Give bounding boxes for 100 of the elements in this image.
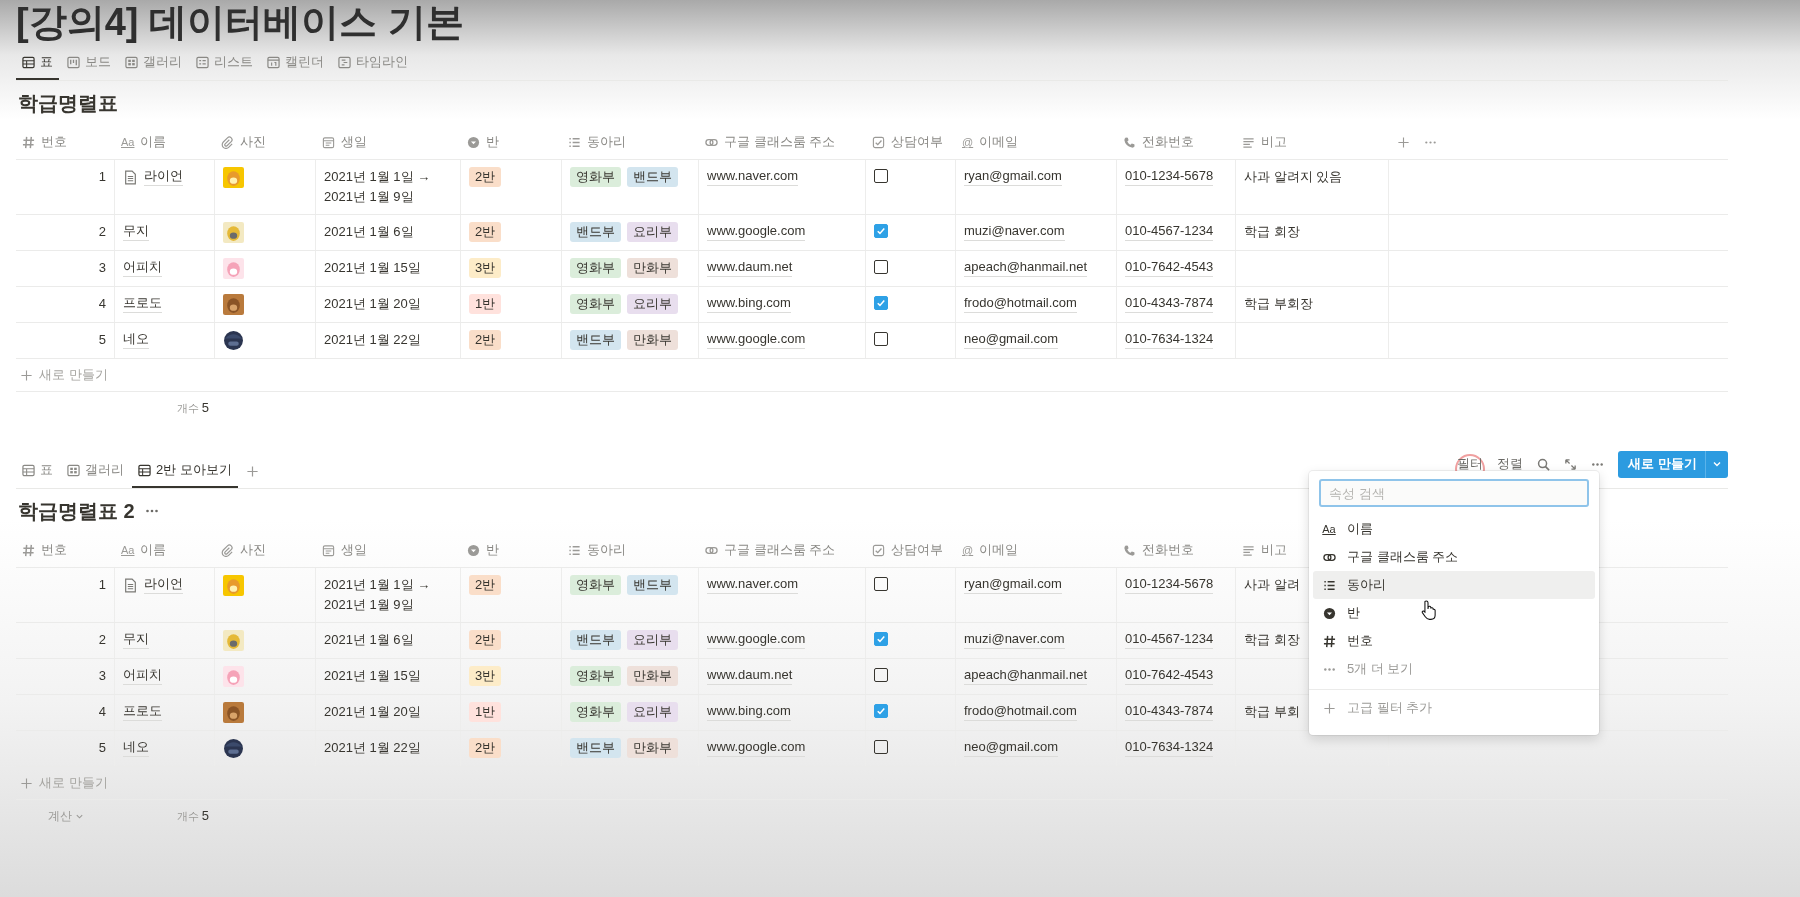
view-tab[interactable]: 갤러리 <box>61 454 130 488</box>
column-header[interactable]: @ 이메일 <box>962 541 1019 559</box>
club-tag: 밴드부 <box>570 738 621 758</box>
phone-link[interactable]: 010-7634-1324 <box>1125 738 1214 757</box>
menu-item[interactable]: 반 <box>1313 599 1595 627</box>
column-header[interactable]: 번호 <box>22 541 67 559</box>
name-link[interactable]: 라이언 <box>144 167 183 186</box>
url-link[interactable]: www.bing.com <box>707 294 791 313</box>
email-link[interactable]: apeach@hanmail.net <box>964 666 1088 685</box>
column-header[interactable]: 전화번호 <box>1123 541 1194 559</box>
url-link[interactable]: www.daum.net <box>707 258 793 277</box>
name-link[interactable]: 네오 <box>123 330 149 349</box>
view-tab[interactable]: 표 <box>16 454 59 488</box>
row-number: 4 <box>98 703 106 721</box>
database-title: 학급명렬표 <box>17 90 118 116</box>
name-link[interactable]: 프로도 <box>123 702 162 721</box>
name-link[interactable]: 어피치 <box>123 258 162 277</box>
date-text: 2021년 1월 1일 → 2021년 1월 9일 <box>324 168 431 206</box>
class-tag: 2반 <box>469 167 502 187</box>
column-header[interactable]: 상담여부 <box>872 541 943 559</box>
column-header[interactable]: Aa 이름 <box>121 541 167 559</box>
column-header[interactable]: 반 <box>467 133 499 151</box>
row-number: 3 <box>98 667 106 685</box>
phone-link[interactable]: 010-7642-4543 <box>1125 258 1214 277</box>
column-header[interactable]: 구글 클래스룸 주소 <box>705 541 836 559</box>
date-text: 2021년 1월 22일 <box>324 331 421 349</box>
menu-item[interactable]: 구글 클래스룸 주소 <box>1313 543 1595 571</box>
column-header[interactable]: 비고 <box>1242 133 1287 151</box>
row-number: 5 <box>98 739 106 757</box>
column-header[interactable]: @ 이메일 <box>962 133 1019 151</box>
name-link[interactable]: 무지 <box>123 630 149 649</box>
note-text: 학급 부회 <box>1244 703 1300 721</box>
column-header[interactable]: 사진 <box>221 541 266 559</box>
class-tag: 2반 <box>469 575 502 595</box>
club-tag: 만화부 <box>627 258 678 278</box>
url-link[interactable]: www.daum.net <box>707 666 793 685</box>
phone-link[interactable]: 010-1234-5678 <box>1125 167 1214 186</box>
url-link[interactable]: www.naver.com <box>707 167 799 186</box>
column-header[interactable]: 번호 <box>22 133 67 151</box>
column-header[interactable]: 생일 <box>322 541 367 559</box>
note-text: 사과 알려 <box>1244 576 1300 594</box>
email-link[interactable]: apeach@hanmail.net <box>964 258 1088 277</box>
column-header[interactable]: 구글 클래스룸 주소 <box>705 133 836 151</box>
email-link[interactable]: muzi@naver.com <box>964 222 1065 241</box>
name-link[interactable]: 프로도 <box>123 294 162 313</box>
name-link[interactable]: 어피치 <box>123 666 162 685</box>
email-link[interactable]: neo@gmail.com <box>964 330 1059 349</box>
club-tag: 요리부 <box>627 222 678 242</box>
phone-link[interactable]: 010-4343-7874 <box>1125 294 1214 313</box>
class-tag: 3반 <box>469 258 502 278</box>
date-text: 2021년 1월 6일 <box>324 631 414 649</box>
view-tab[interactable]: 2반 모아보기 <box>132 454 238 488</box>
phone-link[interactable]: 010-4567-1234 <box>1125 222 1214 241</box>
phone-link[interactable]: 010-1234-5678 <box>1125 575 1214 594</box>
email-link[interactable]: neo@gmail.com <box>964 738 1059 757</box>
class-tag: 3반 <box>469 666 502 686</box>
email-link[interactable]: muzi@naver.com <box>964 630 1065 649</box>
column-header[interactable]: Aa 이름 <box>121 133 167 151</box>
name-link[interactable]: 네오 <box>123 738 149 757</box>
phone-link[interactable]: 010-4567-1234 <box>1125 630 1214 649</box>
column-header[interactable]: 전화번호 <box>1123 133 1194 151</box>
email-link[interactable]: ryan@gmail.com <box>964 575 1062 594</box>
text-type-icon: Aa <box>1322 523 1336 535</box>
club-tag: 밴드부 <box>627 575 678 595</box>
email-link[interactable]: frodo@hotmail.com <box>964 702 1077 721</box>
club-tag: 만화부 <box>627 330 678 350</box>
column-header[interactable]: 비고 <box>1242 541 1287 559</box>
url-link[interactable]: www.google.com <box>707 630 806 649</box>
email-link[interactable]: ryan@gmail.com <box>964 167 1062 186</box>
email-link[interactable]: frodo@hotmail.com <box>964 294 1077 313</box>
count-summary[interactable]: 개수 5 <box>176 808 215 824</box>
url-link[interactable]: www.bing.com <box>707 702 791 721</box>
sort-button[interactable]: 정렬 <box>1497 455 1524 473</box>
phone-link[interactable]: 010-7634-1324 <box>1125 330 1214 349</box>
club-tag: 요리부 <box>627 702 678 722</box>
phone-link[interactable]: 010-4343-7874 <box>1125 702 1214 721</box>
date-text: 2021년 1월 22일 <box>324 739 421 757</box>
url-link[interactable]: www.google.com <box>707 330 806 349</box>
row-number: 2 <box>98 223 106 241</box>
name-link[interactable]: 라이언 <box>144 575 183 594</box>
column-header[interactable]: 동아리 <box>568 133 626 151</box>
menu-item[interactable]: 번호 <box>1313 627 1595 655</box>
name-link[interactable]: 무지 <box>123 222 149 241</box>
column-header[interactable]: 상담여부 <box>872 133 943 151</box>
url-link[interactable]: www.google.com <box>707 738 806 757</box>
menu-item[interactable]: 동아리 <box>1313 571 1595 599</box>
column-header[interactable]: 사진 <box>221 133 266 151</box>
text-type-icon: Aa <box>121 136 135 148</box>
column-header[interactable]: 동아리 <box>568 541 626 559</box>
view-tab[interactable]: 표 <box>16 46 59 80</box>
url-link[interactable]: www.naver.com <box>707 575 799 594</box>
phone-link[interactable]: 010-7642-4543 <box>1125 666 1214 685</box>
note-text: 학급 회장 <box>1244 223 1300 241</box>
filter-button[interactable]: 필터 <box>1457 455 1484 473</box>
count-summary[interactable]: 개수 5 <box>176 400 215 416</box>
column-header[interactable]: 생일 <box>322 133 367 151</box>
menu-item[interactable]: Aa 이름 <box>1313 515 1595 543</box>
search-field[interactable]: 속성 검색 <box>1319 479 1589 507</box>
text-type-icon: Aa <box>121 544 135 556</box>
url-link[interactable]: www.google.com <box>707 222 806 241</box>
